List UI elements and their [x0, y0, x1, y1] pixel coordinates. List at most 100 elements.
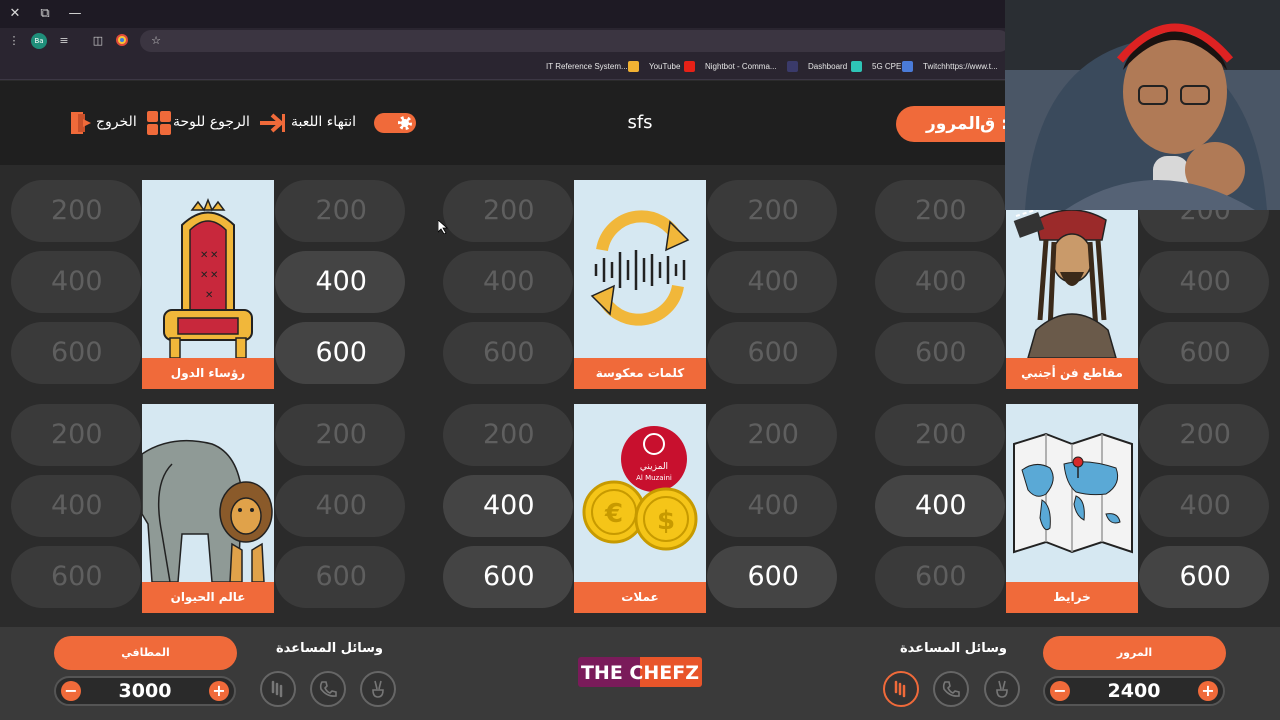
- arrow-right-icon[interactable]: [258, 112, 286, 134]
- close-window-icon[interactable]: ✕: [4, 4, 26, 24]
- points-button[interactable]: 200: [443, 404, 573, 466]
- points-button[interactable]: 200: [11, 180, 141, 242]
- bookmark-favicon-icon: [628, 61, 639, 72]
- bookmark-5g-cpe[interactable]: 5G CPE: [872, 60, 901, 74]
- svg-text:✕: ✕: [200, 270, 208, 281]
- game-title: sfs: [627, 112, 653, 133]
- left-aid-peace-button[interactable]: [360, 671, 396, 707]
- phone-icon: [942, 681, 960, 697]
- right-aid-call-button[interactable]: [933, 671, 969, 707]
- youtube-favicon-icon: [684, 61, 695, 72]
- address-bar[interactable]: [140, 30, 1010, 52]
- peace-hand-icon: [372, 680, 384, 698]
- points-button[interactable]: 600: [275, 546, 405, 608]
- category-card[interactable]: ✕ ✕ ✕ ✕ ✕ رؤساء الدول: [142, 180, 274, 389]
- points-button[interactable]: 400: [443, 251, 573, 313]
- points-button[interactable]: 600: [707, 546, 837, 608]
- turn-prefix: ق :: [980, 114, 1008, 134]
- menu-kebab-icon[interactable]: ⋮: [6, 33, 22, 49]
- right-aid-pass-button[interactable]: [883, 671, 919, 707]
- points-button[interactable]: 600: [275, 322, 405, 384]
- reading-list-icon[interactable]: ≡: [56, 33, 72, 49]
- points-button[interactable]: 600: [11, 546, 141, 608]
- webcam-overlay: [1005, 0, 1280, 210]
- points-button[interactable]: 400: [275, 475, 405, 537]
- elephant-lion-icon: [142, 404, 274, 582]
- extension-color-icon[interactable]: [114, 33, 130, 49]
- right-aid-peace-button[interactable]: [984, 671, 1020, 707]
- category-card[interactable]: كلمات معكوسة: [574, 180, 706, 389]
- points-button[interactable]: 200: [275, 180, 405, 242]
- points-button[interactable]: 200: [875, 180, 1005, 242]
- points-button[interactable]: 200: [875, 404, 1005, 466]
- coins-icon: المزيني Al Muzaini € $: [574, 404, 706, 582]
- back-to-board-button[interactable]: الرجوع للوحة: [173, 114, 250, 130]
- svg-text:✕: ✕: [210, 250, 218, 261]
- right-team-score: − 2400 +: [1043, 676, 1225, 706]
- turn-team-name: المرور: [926, 114, 981, 134]
- points-button[interactable]: 400: [11, 475, 141, 537]
- category-card[interactable]: عالم الحيوان: [142, 404, 274, 613]
- points-button[interactable]: 200: [1139, 404, 1269, 466]
- left-score-plus-button[interactable]: +: [209, 681, 229, 701]
- svg-text:✕: ✕: [210, 270, 218, 281]
- hand-swap-icon: [271, 680, 283, 698]
- points-button[interactable]: 200: [275, 404, 405, 466]
- category-card[interactable]: مقاطع فن أجنبي: [1006, 180, 1138, 389]
- bookmark-dashboard[interactable]: Dashboard: [808, 60, 847, 74]
- points-button[interactable]: 600: [443, 322, 573, 384]
- points-button[interactable]: 400: [1139, 475, 1269, 537]
- category-card[interactable]: المزيني Al Muzaini € $ عملات: [574, 404, 706, 613]
- logo-text: THE CHEFZ: [581, 662, 699, 684]
- points-button[interactable]: 600: [707, 322, 837, 384]
- category-label: كلمات معكوسة: [574, 358, 706, 389]
- exit-button[interactable]: الخروج: [96, 114, 137, 130]
- points-button[interactable]: 400: [875, 251, 1005, 313]
- points-button[interactable]: 200: [443, 180, 573, 242]
- minimize-window-icon[interactable]: —: [64, 4, 86, 24]
- category-label: عالم الحيوان: [142, 582, 274, 613]
- points-button[interactable]: 600: [11, 322, 141, 384]
- points-button[interactable]: 400: [875, 475, 1005, 537]
- left-team-score: − 3000 +: [54, 676, 236, 706]
- points-button[interactable]: 400: [275, 251, 405, 313]
- points-button[interactable]: 600: [443, 546, 573, 608]
- end-game-toggle[interactable]: [374, 113, 416, 133]
- points-button[interactable]: 400: [443, 475, 573, 537]
- points-button[interactable]: 200: [707, 180, 837, 242]
- extensions-icon[interactable]: ◫: [90, 33, 106, 49]
- left-aid-call-button[interactable]: [310, 671, 346, 707]
- sponsor-arabic-name: المزيني: [640, 462, 668, 472]
- left-score-value: 3000: [118, 680, 172, 702]
- points-button[interactable]: 600: [875, 546, 1005, 608]
- profile-avatar[interactable]: Ba: [31, 33, 47, 49]
- category-card[interactable]: خرايط: [1006, 404, 1138, 613]
- points-button[interactable]: 200: [707, 404, 837, 466]
- phone-icon: [319, 681, 337, 697]
- bookmark-star-icon[interactable]: ☆: [148, 33, 164, 49]
- end-game-button[interactable]: انتهاء اللعبة: [291, 114, 356, 130]
- left-aid-pass-button[interactable]: [260, 671, 296, 707]
- points-button[interactable]: 200: [11, 404, 141, 466]
- exit-door-icon[interactable]: [70, 111, 92, 135]
- world-map-icon: [1006, 404, 1138, 582]
- restore-window-icon[interactable]: ⧉: [34, 4, 56, 24]
- right-score-plus-button[interactable]: +: [1198, 681, 1218, 701]
- points-button[interactable]: 600: [1139, 546, 1269, 608]
- bookmark-youtube[interactable]: YouTube: [649, 60, 680, 74]
- points-button[interactable]: 400: [1139, 251, 1269, 313]
- svg-text:€: €: [604, 499, 623, 529]
- left-team-name: المطافي: [54, 636, 237, 670]
- bookmark-nightbot[interactable]: Nightbot - Comma...: [705, 60, 777, 74]
- board-grid-icon[interactable]: [147, 111, 171, 135]
- bookmark-twitch[interactable]: Twitchhttps://www.t...: [923, 60, 998, 74]
- points-button[interactable]: 600: [875, 322, 1005, 384]
- bookmark-it-reference[interactable]: IT Reference System...: [546, 60, 628, 74]
- sponsor-latin-name: Al Muzaini: [636, 474, 672, 482]
- the-chefz-logo: THE CHEFZ: [578, 657, 702, 687]
- hand-swap-icon: [894, 680, 906, 698]
- points-button[interactable]: 600: [1139, 322, 1269, 384]
- points-button[interactable]: 400: [11, 251, 141, 313]
- points-button[interactable]: 400: [707, 251, 837, 313]
- points-button[interactable]: 400: [707, 475, 837, 537]
